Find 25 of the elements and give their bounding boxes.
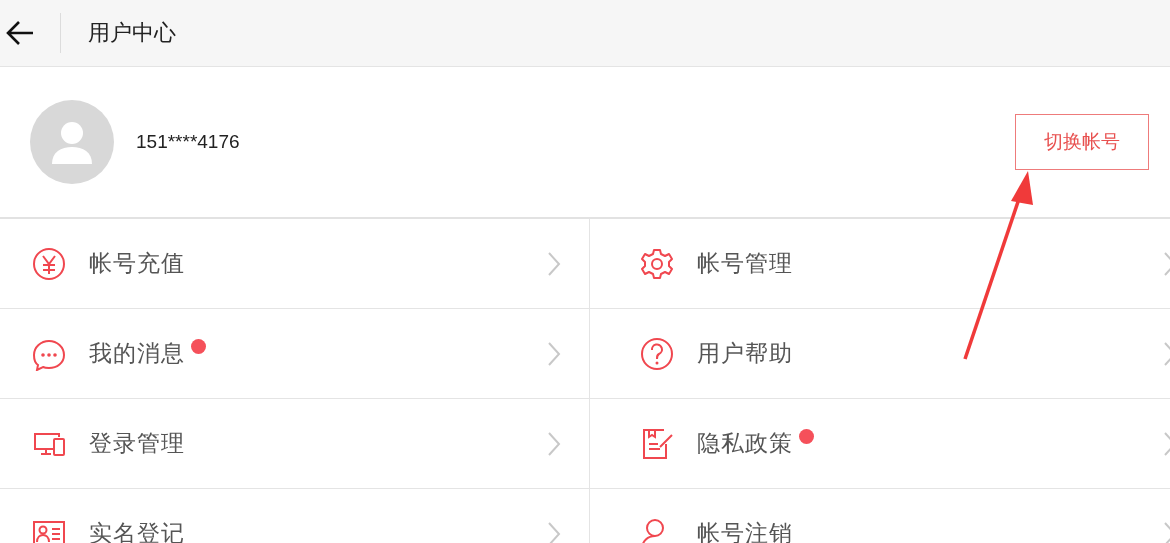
back-arrow-icon[interactable] — [5, 20, 35, 46]
avatar-icon — [30, 100, 114, 184]
menu-item[interactable]: 帐号管理 — [589, 219, 1170, 309]
switch-account-button[interactable]: 切换帐号 — [1015, 114, 1149, 170]
gear-icon — [640, 246, 674, 281]
menu-label: 登录管理 — [89, 429, 185, 458]
menu-item[interactable]: 我的消息 — [0, 309, 589, 399]
yen-icon — [32, 246, 66, 281]
menu-label: 帐号管理 — [697, 249, 793, 278]
menu-item[interactable]: 用户帮助 — [589, 309, 1170, 399]
chevron-icon — [547, 340, 561, 367]
page-title: 用户中心 — [88, 19, 176, 47]
phone-number: 151****4176 — [136, 131, 241, 153]
menu-label: 帐号充值 — [89, 249, 185, 278]
question-icon — [640, 336, 674, 371]
menu-item[interactable]: 登录管理 — [0, 399, 589, 489]
chevron-icon — [547, 250, 561, 277]
menu-label: 隐私政策 — [697, 429, 793, 458]
chevron-icon — [547, 430, 561, 457]
menu-item[interactable]: 隐私政策 — [589, 399, 1170, 489]
menu-item[interactable]: 帐号充值 — [0, 219, 589, 309]
menu-label: 用户帮助 — [697, 339, 793, 368]
document-edit-icon — [640, 426, 674, 461]
menu-label: 我的消息 — [89, 339, 185, 368]
chevron-icon — [547, 520, 561, 543]
